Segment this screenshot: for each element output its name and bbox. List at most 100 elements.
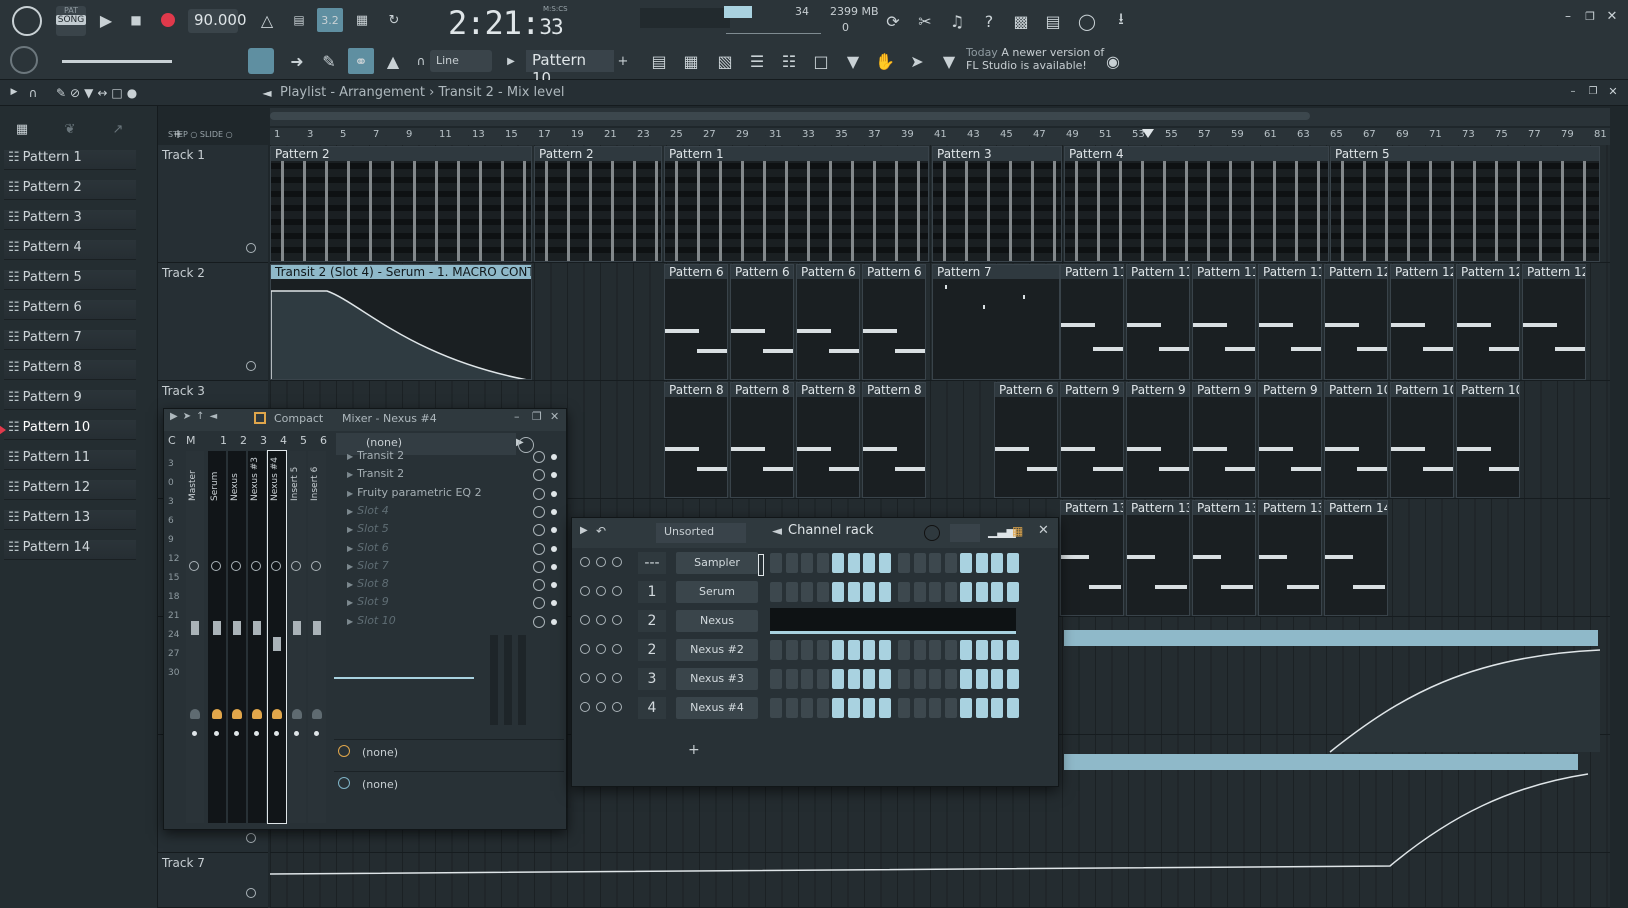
- step-button[interactable]: [863, 640, 875, 660]
- browser-icon[interactable]: □: [808, 48, 834, 74]
- slot-mix-knob[interactable]: [533, 469, 545, 482]
- pattern-clip[interactable]: Pattern 10: [1324, 382, 1388, 498]
- mixer-icon[interactable]: ☰: [744, 48, 770, 74]
- slot-mix-knob[interactable]: [533, 505, 545, 518]
- channel-pan-knob[interactable]: [596, 673, 606, 683]
- step-button[interactable]: [913, 669, 926, 689]
- channel-mixer-track[interactable]: 1: [638, 581, 666, 603]
- step-button[interactable]: [991, 640, 1003, 660]
- help-icon[interactable]: ?: [976, 8, 1002, 34]
- pattern-clip[interactable]: Pattern 8: [862, 382, 926, 498]
- automation-curve[interactable]: [271, 279, 532, 380]
- slot-enable-dot[interactable]: [551, 508, 557, 515]
- slot-mix-knob[interactable]: [533, 615, 545, 628]
- step-button[interactable]: [847, 669, 860, 689]
- step-button[interactable]: [991, 698, 1003, 718]
- effect-slot[interactable]: ▶ Slot 6: [347, 541, 567, 558]
- step-button[interactable]: [898, 669, 910, 689]
- channel-volume-knob[interactable]: [612, 673, 622, 683]
- channel-name-button[interactable]: Nexus #4: [676, 697, 758, 719]
- eq-curve[interactable]: [334, 677, 474, 679]
- record-arm-dot[interactable]: [314, 731, 319, 736]
- piano-roll-icon[interactable]: ▦: [678, 48, 704, 74]
- timeline-ruler[interactable]: 1 3 5 7 9 11 13 15 17 19 21 23 25 27 29 31 33 35 37 39 41 43 4…: [270, 128, 1610, 145]
- marker-icon[interactable]: ➤: [904, 48, 930, 74]
- pattern-clip[interactable]: Pattern 5: [1330, 146, 1600, 262]
- step-button[interactable]: [770, 669, 782, 689]
- track-mute-icon[interactable]: [246, 888, 256, 898]
- channel-row[interactable]: 2 Nexus: [572, 608, 1060, 634]
- master-volume-knob[interactable]: [12, 6, 42, 36]
- channel-pan-knob[interactable]: [596, 644, 606, 654]
- cut-icon[interactable]: ✂: [912, 8, 938, 34]
- step-count[interactable]: [950, 524, 980, 542]
- step-button[interactable]: [929, 640, 941, 660]
- track-header[interactable]: Track 7: [158, 853, 268, 908]
- step-button[interactable]: [929, 669, 941, 689]
- track-mute-icon[interactable]: [246, 243, 256, 253]
- pan-knob[interactable]: [271, 561, 281, 571]
- pattern-item[interactable]: ☷ Pattern 3: [4, 210, 136, 230]
- playlist-icon[interactable]: ▤: [646, 48, 672, 74]
- pattern-item[interactable]: ☷ Pattern 14: [4, 540, 136, 560]
- playlist-tools-icon[interactable]: ✎⊘▼↔□●: [56, 84, 226, 102]
- download-icon[interactable]: ⭳: [1108, 8, 1134, 34]
- pattern-clip[interactable]: Pattern 4: [1064, 146, 1329, 262]
- channel-name-button[interactable]: Nexus #3: [676, 668, 758, 690]
- step-button[interactable]: [816, 698, 829, 718]
- channel-rack-icon[interactable]: ▧: [712, 48, 738, 74]
- step-button[interactable]: [991, 553, 1003, 573]
- pitch-knob[interactable]: [10, 46, 38, 74]
- step-button[interactable]: [847, 698, 860, 718]
- record-arm-dot[interactable]: [214, 731, 219, 736]
- step-button[interactable]: [944, 640, 957, 660]
- step-button[interactable]: [975, 640, 988, 660]
- play-icon[interactable]: ▶: [94, 8, 118, 32]
- step-button[interactable]: [785, 553, 798, 573]
- volume-fader[interactable]: [213, 621, 221, 635]
- pattern-clip[interactable]: Pattern 11: [1060, 264, 1124, 380]
- microphone-icon[interactable]: ♫: [944, 8, 970, 34]
- track-mute-icon[interactable]: [246, 361, 256, 371]
- channel-pan-knob[interactable]: [596, 557, 606, 567]
- arrow-icon[interactable]: ➜: [284, 48, 310, 74]
- pattern-item[interactable]: ☷ Pattern 6: [4, 300, 136, 320]
- volume-fader[interactable]: [313, 621, 321, 635]
- step-button[interactable]: [801, 669, 813, 689]
- mute-indicator[interactable]: [272, 709, 282, 719]
- playhead-marker[interactable]: [1142, 129, 1154, 138]
- step-button[interactable]: [960, 698, 972, 718]
- pattern-clip[interactable]: Pattern 7: [932, 264, 1060, 380]
- step-button[interactable]: [1006, 669, 1019, 689]
- step-button[interactable]: [944, 669, 957, 689]
- step-button[interactable]: [878, 582, 891, 602]
- horizontal-scrollbar[interactable]: [270, 112, 1310, 120]
- playlist-view-icon[interactable]: [248, 48, 274, 74]
- step-button[interactable]: [991, 582, 1003, 602]
- magnet-icon[interactable]: ∩: [414, 52, 428, 70]
- channel-mixer-track[interactable]: ---: [638, 552, 666, 574]
- slot-enable-dot[interactable]: [551, 600, 557, 607]
- step-button[interactable]: [863, 698, 875, 718]
- mixer-tools-icon[interactable]: ▶➤↑◄: [170, 411, 222, 422]
- channel-volume-knob[interactable]: [612, 586, 622, 596]
- channel-mixer-track[interactable]: 2: [638, 639, 666, 661]
- effect-slot[interactable]: ▶ Transit 2: [347, 467, 567, 484]
- step-button[interactable]: [991, 669, 1003, 689]
- pattern-clip[interactable]: Pattern 11: [1126, 264, 1190, 380]
- effect-slot[interactable]: ▶ Slot 4: [347, 504, 567, 521]
- countdown-icon[interactable]: 3.2: [317, 8, 343, 32]
- channel-filter[interactable]: Unsorted: [656, 523, 746, 543]
- playlist-menu-icon[interactable]: ▶: [6, 84, 22, 100]
- mixer-minimize-icon[interactable]: –: [514, 410, 520, 423]
- effect-slot[interactable]: ▶ Slot 7: [347, 559, 567, 576]
- slot-enable-dot[interactable]: [551, 545, 557, 552]
- step-button[interactable]: [816, 669, 829, 689]
- rack-menu-icon[interactable]: ▶: [580, 525, 588, 536]
- step-button[interactable]: [847, 640, 860, 660]
- mixer-restore-icon[interactable]: ❐: [532, 410, 542, 423]
- step-button[interactable]: [913, 640, 926, 660]
- step-button[interactable]: [929, 553, 941, 573]
- pan-knob[interactable]: [251, 561, 261, 571]
- pattern-clip[interactable]: Pattern 14: [1324, 500, 1388, 616]
